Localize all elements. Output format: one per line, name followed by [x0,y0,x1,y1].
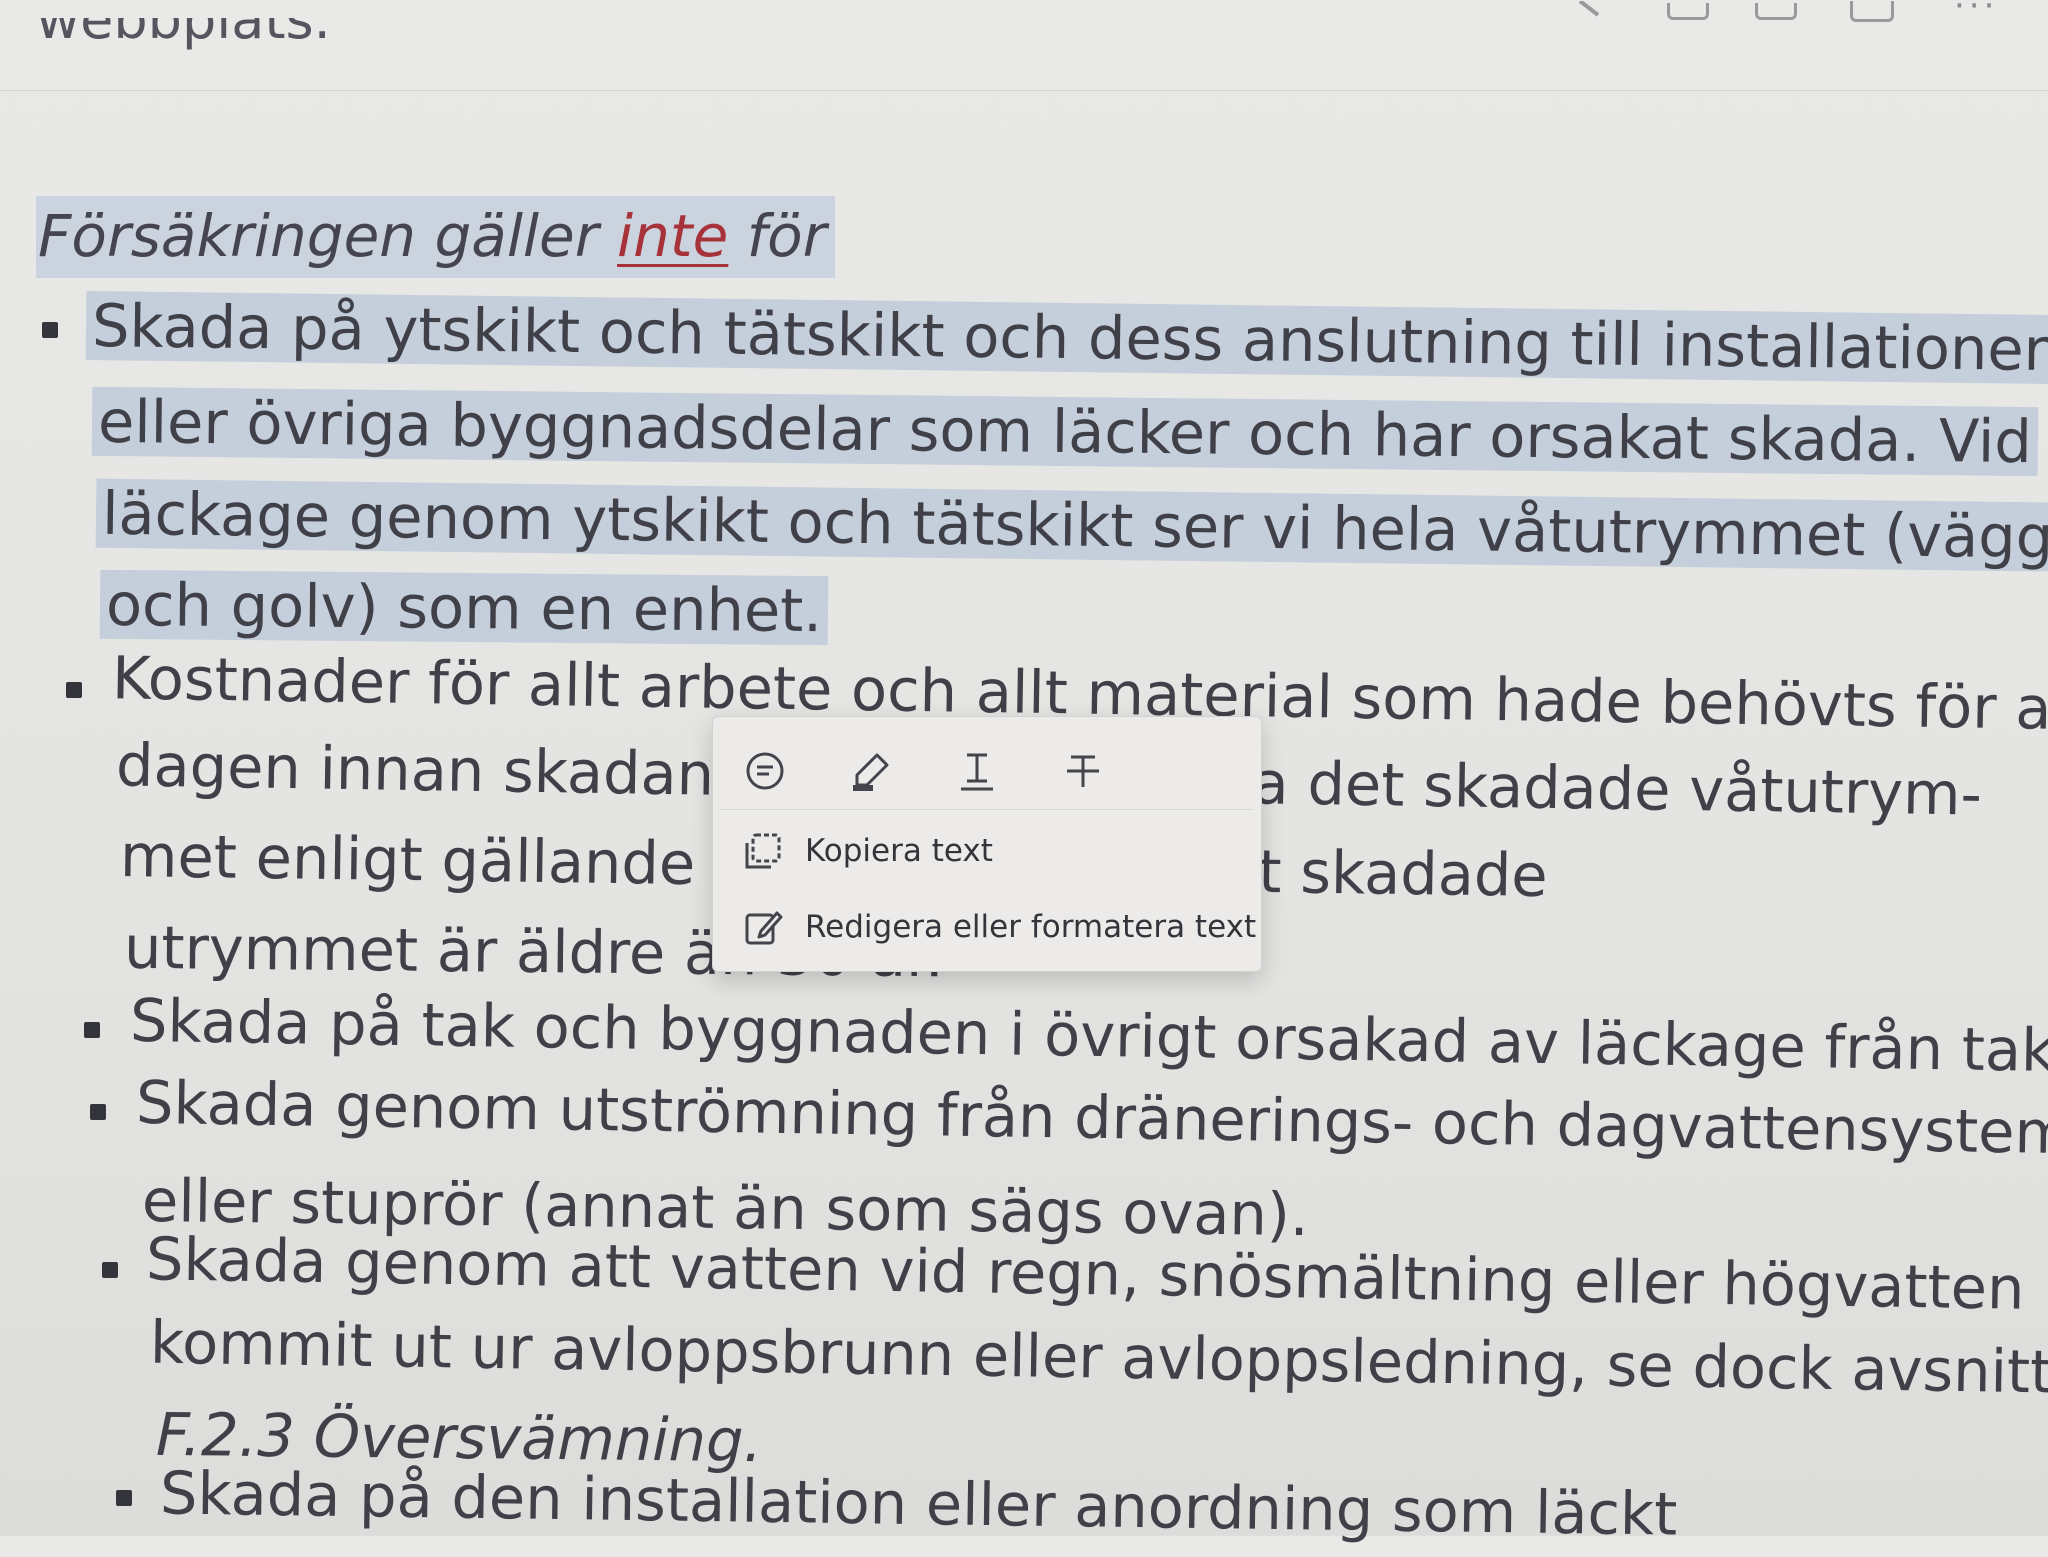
comment-icon[interactable] [741,747,789,795]
edit-format-text-menu-item[interactable]: Redigera eller formatera text [743,897,1256,957]
list-item-1-line-2: eller övriga byggnadsdelar som läcker oc… [91,380,2039,484]
list-item-6-line-1: Skada på den installation eller anordnin… [159,1458,1678,1549]
strikethrough-icon[interactable] [1059,747,1107,795]
page-view-icon[interactable] [1666,0,1710,22]
list-item-1-line-1: Skada på ytskikt och tätskikt och dess a… [85,284,2048,392]
highlight-pen-icon[interactable] [847,747,895,795]
copy-icon [745,833,781,869]
underline-icon[interactable] [953,747,1001,795]
list-item-1-line-3: läckage genom ytskikt och tätskikt ser v… [95,472,2048,581]
bullet-marker [102,1262,118,1278]
copy-text-menu-item[interactable]: Kopiera text [743,821,993,881]
previous-paragraph-tail: webbplats. [36,18,331,51]
text-context-menu: Kopiera text Redigera eller formatera te… [712,716,1262,972]
search-icon[interactable] [1572,0,1616,22]
bullet-marker [66,682,82,698]
copy-text-label: Kopiera text [805,833,993,869]
divider [721,809,1253,810]
edit-format-text-label: Redigera eller formatera text [805,909,1257,945]
heading-emphasis: inte [617,202,729,270]
bullet-marker [84,1022,100,1038]
bullet-marker [116,1490,132,1506]
more-options-icon[interactable]: ··· [1954,0,1998,26]
download-icon[interactable] [1754,0,1798,22]
print-icon[interactable] [1850,0,1894,22]
bullet-marker [90,1104,106,1120]
edit-icon [745,911,783,945]
section-heading: Försäkringen gäller inte för [36,196,835,278]
bullet-marker [42,322,58,338]
annotation-toolbar [741,739,1107,803]
